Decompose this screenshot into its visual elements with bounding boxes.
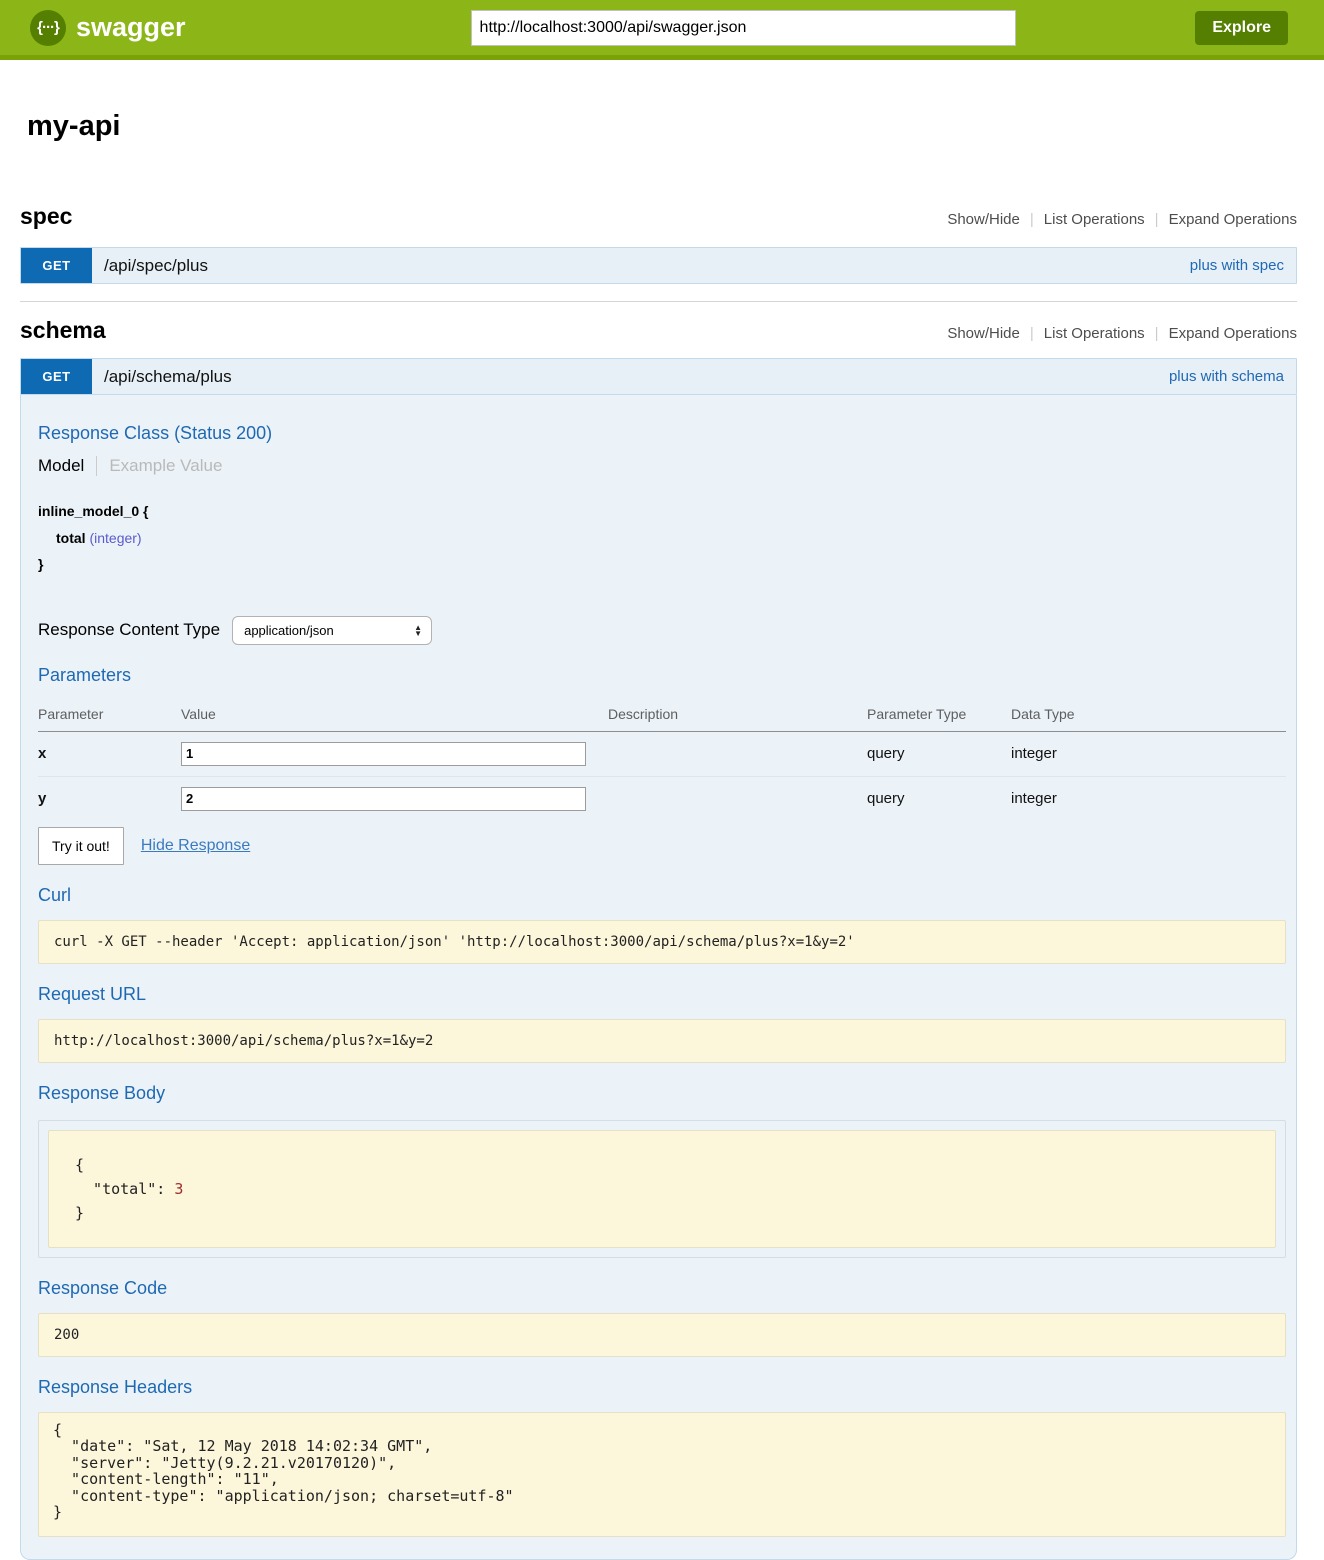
parameters-table: Parameter Value Description Parameter Ty… [38,700,1286,821]
spec-section-title[interactable]: spec [20,203,72,230]
model-open-brace: { [143,503,148,519]
schema-section-title[interactable]: schema [20,317,106,344]
spec-show-hide-link[interactable]: Show/Hide [947,211,1020,228]
response-content-type-select[interactable]: application/json ▲ ▼ [232,616,432,645]
json-number-value: 3 [174,1180,183,1198]
col-description: Description [608,700,867,732]
schema-operation-summary-link[interactable]: plus with schema [1169,359,1296,394]
parameter-param-type: query [867,731,1011,776]
schema-operation-expanded-content: Response Class (Status 200) Model Exampl… [20,395,1297,1560]
swagger-logo-text: swagger [76,12,186,43]
control-separator: | [1030,211,1034,228]
col-value: Value [181,700,608,732]
spec-operation-summary-link[interactable]: plus with spec [1190,248,1296,283]
response-content-type-label: Response Content Type [38,620,220,640]
explore-button[interactable]: Explore [1195,11,1288,45]
parameter-data-type: integer [1011,776,1286,821]
parameter-y-value-input[interactable] [181,787,586,811]
tab-example-value[interactable]: Example Value [97,456,222,476]
page-title: my-api [27,110,1297,143]
schema-operation-path-link[interactable]: /api/schema/plus [92,359,232,394]
col-data-type: Data Type [1011,700,1286,732]
parameter-name: x [38,731,181,776]
col-parameter: Parameter [38,700,181,732]
parameter-x-value-input[interactable] [181,742,586,766]
parameter-data-type: integer [1011,731,1286,776]
schema-expand-operations-link[interactable]: Expand Operations [1169,325,1297,342]
spec-expand-operations-link[interactable]: Expand Operations [1169,211,1297,228]
api-url-input[interactable] [471,10,1016,46]
tab-model[interactable]: Model [38,456,97,476]
parameter-row-y: y query integer [38,776,1286,821]
select-arrows-icon: ▲ ▼ [414,625,422,636]
response-headers-heading: Response Headers [38,1377,1286,1398]
request-url-heading: Request URL [38,984,1286,1005]
response-content-type-selected-value: application/json [244,623,334,638]
try-it-out-row: Try it out! Hide Response [38,827,1286,865]
section-divider [20,301,1297,302]
schema-list-operations-link[interactable]: List Operations [1044,325,1145,342]
response-code-heading: Response Code [38,1278,1286,1299]
schema-show-hide-link[interactable]: Show/Hide [947,325,1020,342]
parameter-description [608,731,867,776]
spec-operation-path-link[interactable]: /api/spec/plus [92,248,208,283]
model-tabs: Model Example Value [38,456,1286,476]
model-property-name: total [56,530,86,546]
curl-heading: Curl [38,885,1286,906]
model-close-brace: } [38,556,43,572]
response-class-heading: Response Class (Status 200) [38,423,1286,444]
control-separator: | [1155,211,1159,228]
schema-section-header: schema Show/Hide | List Operations | Exp… [20,317,1297,344]
response-code-value: 200 [38,1313,1286,1357]
parameter-param-type: query [867,776,1011,821]
parameters-heading: Parameters [38,665,1286,686]
swagger-logo-icon: {···} [30,10,66,46]
response-headers-json: { "date": "Sat, 12 May 2018 14:02:34 GMT… [38,1412,1286,1537]
response-content-type-row: Response Content Type application/json ▲… [38,616,1286,645]
spec-list-operations-link[interactable]: List Operations [1044,211,1145,228]
response-body-container: { "total": 3 } [38,1120,1286,1258]
top-header-bar: {···} swagger Explore [0,0,1324,60]
parameter-name: y [38,776,181,821]
schema-get-operation-row: GET /api/schema/plus plus with schema [20,358,1297,395]
response-body-heading: Response Body [38,1083,1286,1104]
spec-get-operation-row: GET /api/spec/plus plus with spec [20,247,1297,284]
response-body-json: { "total": 3 } [48,1130,1276,1248]
model-property-type: (integer) [89,530,141,546]
model-name: inline_model_0 [38,503,139,519]
col-parameter-type: Parameter Type [867,700,1011,732]
schema-get-method-button[interactable]: GET [21,359,92,394]
curl-command: curl -X GET --header 'Accept: applicatio… [38,920,1286,964]
hide-response-link[interactable]: Hide Response [141,837,250,855]
parameters-table-header-row: Parameter Value Description Parameter Ty… [38,700,1286,732]
spec-section-header: spec Show/Hide | List Operations | Expan… [20,203,1297,230]
parameter-description [608,776,867,821]
parameter-row-x: x query integer [38,731,1286,776]
model-signature: inline_model_0 { total (integer) } [38,498,1286,578]
try-it-out-button[interactable]: Try it out! [38,827,124,865]
control-separator: | [1030,325,1034,342]
control-separator: | [1155,325,1159,342]
request-url-value: http://localhost:3000/api/schema/plus?x=… [38,1019,1286,1063]
swagger-logo[interactable]: {···} swagger [30,10,186,46]
spec-get-method-button[interactable]: GET [21,248,92,283]
